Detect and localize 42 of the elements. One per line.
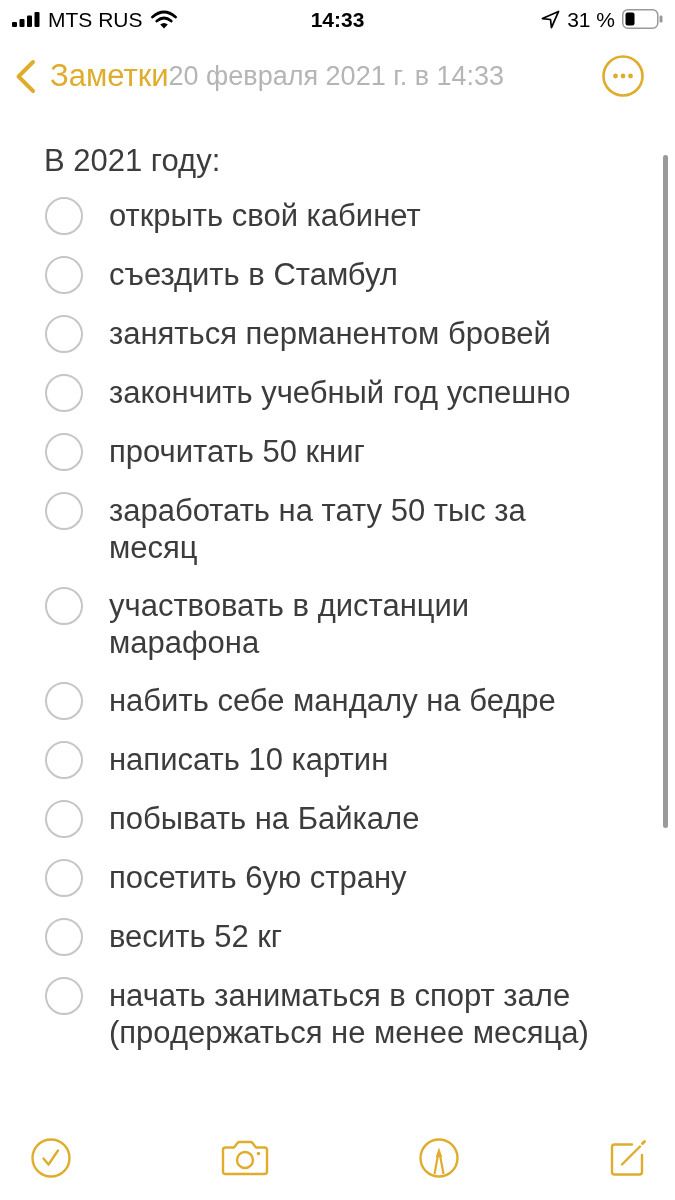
location-arrow-icon <box>541 9 561 29</box>
checkbox[interactable] <box>45 918 83 956</box>
checklist-item-text: съездить в Стамбул <box>109 256 399 293</box>
status-time: 14:33 <box>310 8 365 30</box>
ellipsis-circle-icon[interactable] <box>602 55 644 97</box>
checklist-item-text: открыть свой кабинет <box>109 197 422 234</box>
note-date-title: 20 февраля 2021 г. в 14:33 <box>168 59 505 93</box>
checklist-item-text: участвовать в дистанции марафона <box>109 587 471 661</box>
checkmark-circle-icon[interactable] <box>31 1138 71 1178</box>
pencil-square-icon[interactable] <box>609 1139 647 1177</box>
camera-icon[interactable] <box>221 1140 269 1176</box>
checkbox[interactable] <box>45 587 83 625</box>
checklist-item-text: весить 52 кг <box>109 918 284 955</box>
checklist-item-text: закончить учебный год успешно <box>109 374 572 411</box>
note-heading: В 2021 году: <box>44 142 221 179</box>
checklist-item-text: начать заниматься в спорт зале (продержаться не менее месяца) <box>109 977 590 1051</box>
chevron-left-icon <box>15 58 36 94</box>
checklist-item-text: побывать на Байкале <box>109 800 421 837</box>
checkbox[interactable] <box>45 197 83 235</box>
back-button[interactable]: Заметки <box>15 52 169 100</box>
checklist-item-text: прочитать 50 книг <box>109 433 366 470</box>
pen-tip-circle-icon[interactable] <box>419 1138 459 1178</box>
checkbox[interactable] <box>45 256 83 294</box>
checkbox[interactable] <box>45 492 83 530</box>
battery-percent: 31 % <box>567 8 615 30</box>
checkbox[interactable] <box>45 374 83 412</box>
checkbox[interactable] <box>45 315 83 353</box>
checkbox[interactable] <box>45 977 83 1015</box>
checklist-item-text: набить себе мандалу на бедре <box>109 682 557 719</box>
wifi-icon <box>150 9 177 29</box>
checklist-item-text: написать 10 картин <box>109 741 390 778</box>
checklist-item-text: заняться перманентом бровей <box>109 315 552 352</box>
checkbox[interactable] <box>45 859 83 897</box>
checklist-item-text: посетить 6ую страну <box>109 859 408 896</box>
carrier-name: MTS RUS <box>48 8 143 30</box>
checklist-item-text: заработать на тату 50 тыс за месяц <box>109 492 527 566</box>
checkbox[interactable] <box>45 682 83 720</box>
checkbox[interactable] <box>45 433 83 471</box>
checkbox[interactable] <box>45 741 83 779</box>
signal-icon <box>12 11 40 27</box>
battery-icon <box>622 9 663 29</box>
checkbox[interactable] <box>45 800 83 838</box>
